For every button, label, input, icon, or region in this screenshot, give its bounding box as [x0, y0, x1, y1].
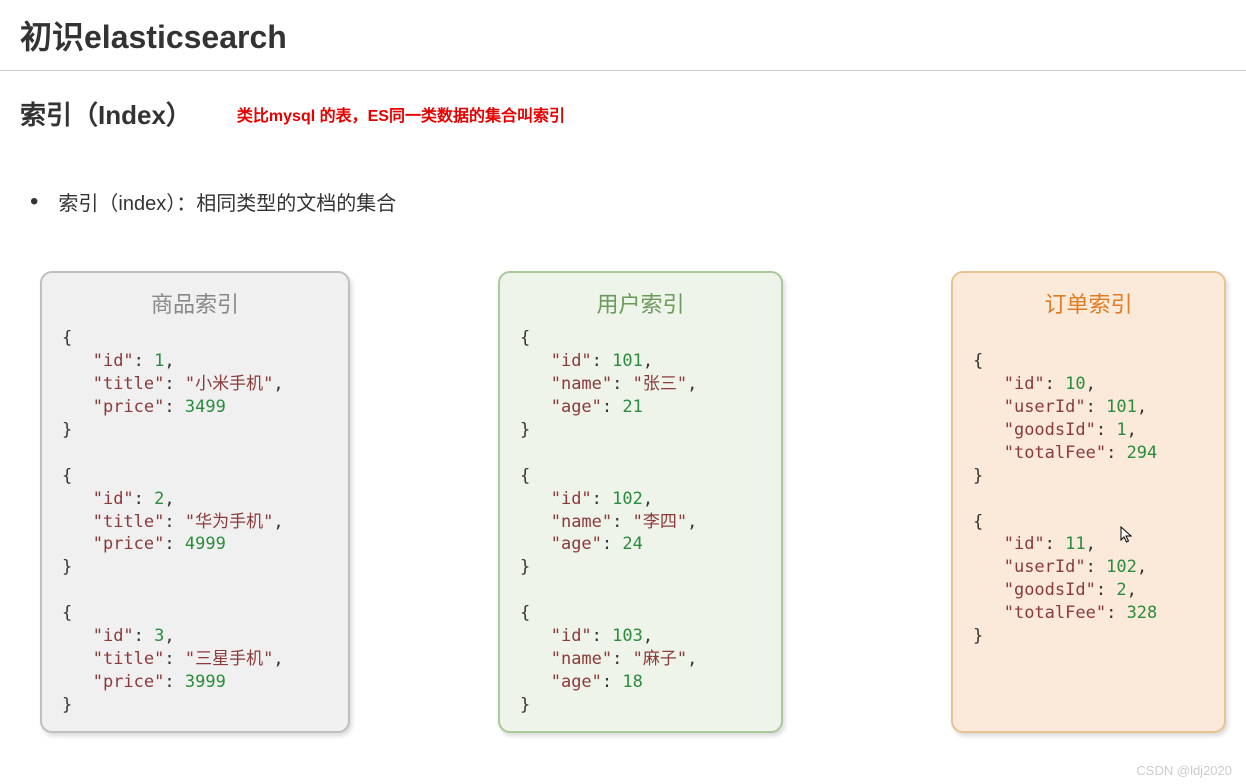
goods-index-card: 商品索引 { "id": 1, "title": "小米手机", "price"… [40, 271, 350, 733]
cards-row: 商品索引 { "id": 1, "title": "小米手机", "price"… [0, 216, 1246, 733]
header: 初识elasticsearch [0, 0, 1246, 66]
order-code: { "id": 10, "userId": 101, "goodsId": 1,… [973, 327, 1204, 648]
bullet-dot-icon: • [30, 190, 38, 214]
user-code: { "id": 101, "name": "张三", "age": 21 } {… [520, 327, 761, 717]
goods-card-title: 商品索引 [62, 287, 328, 319]
page-title: 初识elasticsearch [20, 12, 1226, 58]
goods-code: { "id": 1, "title": "小米手机", "price": 349… [62, 327, 328, 717]
sub-title: 索引（Index） [20, 95, 192, 132]
order-index-card: 订单索引 { "id": 10, "userId": 101, "goodsId… [951, 271, 1226, 733]
user-index-card: 用户索引 { "id": 101, "name": "张三", "age": 2… [498, 271, 783, 733]
user-card-title: 用户索引 [520, 287, 761, 319]
watermark: CSDN @ldj2020 [1136, 763, 1232, 778]
bullet-text: 索引（index）：相同类型的文档的集合 [58, 187, 396, 216]
bullet-row: • 索引（index）：相同类型的文档的集合 [0, 132, 1246, 216]
note: 类比mysql 的表，ES同一类数据的集合叫索引 [237, 102, 565, 126]
sub-section: 索引（Index） 类比mysql 的表，ES同一类数据的集合叫索引 [0, 71, 1246, 132]
order-card-title: 订单索引 [973, 287, 1204, 319]
